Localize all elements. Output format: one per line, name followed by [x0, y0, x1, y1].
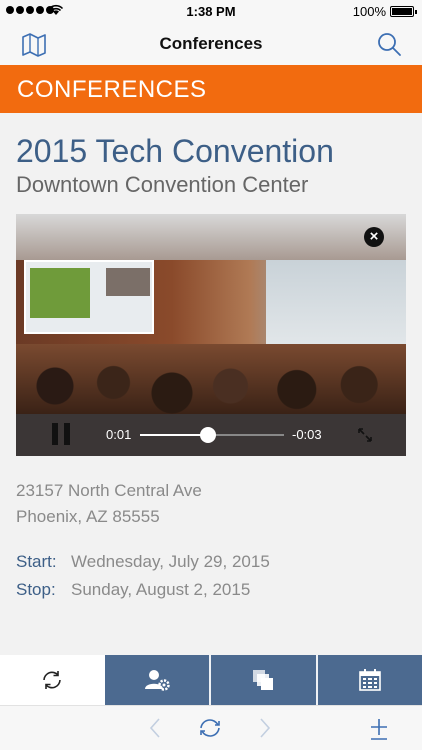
browser-toolbar — [0, 705, 422, 750]
copy-icon — [253, 670, 274, 690]
conference-venue: Downtown Convention Center — [16, 172, 309, 197]
add-icon[interactable] — [368, 717, 390, 741]
remaining-time: -0:03 — [292, 427, 322, 442]
address-line-1: 23157 North Central Ave — [16, 481, 202, 500]
status-bar: 1:38 PM 100% — [0, 0, 422, 22]
tab-user-settings[interactable] — [105, 655, 210, 705]
page-title: Conferences — [159, 34, 263, 53]
video-player[interactable]: × 0:01 -0:03 — [16, 214, 406, 456]
refresh-icon — [43, 671, 62, 689]
fullscreen-icon[interactable] — [356, 426, 374, 444]
navigation-bar: Conferences — [0, 22, 422, 65]
search-icon[interactable] — [376, 31, 402, 57]
tab-bar — [0, 655, 422, 705]
reload-icon[interactable] — [198, 717, 222, 739]
current-time: 0:01 — [106, 427, 132, 442]
video-controls: 0:01 -0:03 — [16, 414, 406, 456]
banner-label: CONFERENCES — [17, 76, 207, 103]
scrubber-fill — [140, 434, 208, 436]
calendar-icon — [358, 669, 381, 691]
conference-title: 2015 Tech Convention — [16, 133, 334, 169]
back-icon[interactable] — [148, 717, 162, 739]
tab-copy[interactable] — [209, 655, 316, 705]
section-banner: CONFERENCES — [0, 65, 422, 113]
battery-icon — [390, 6, 417, 17]
tab-calendar[interactable] — [315, 655, 422, 705]
user-settings-icon — [144, 670, 170, 691]
tab-refresh[interactable] — [0, 655, 105, 705]
battery-percent: 100% — [352, 4, 386, 19]
start-date: Wednesday, July 29, 2015 — [71, 552, 270, 571]
video-frame — [16, 260, 406, 414]
scrubber[interactable] — [140, 427, 284, 443]
close-video-button[interactable]: × — [364, 227, 384, 247]
address-line-2: Phoenix, AZ 85555 — [16, 507, 160, 526]
start-label: Start: — [16, 552, 57, 571]
stop-label: Stop: — [16, 580, 56, 599]
scrubber-knob[interactable] — [199, 427, 216, 443]
pause-icon[interactable] — [52, 423, 70, 445]
forward-icon[interactable] — [258, 717, 272, 739]
stop-date: Sunday, August 2, 2015 — [71, 580, 251, 599]
